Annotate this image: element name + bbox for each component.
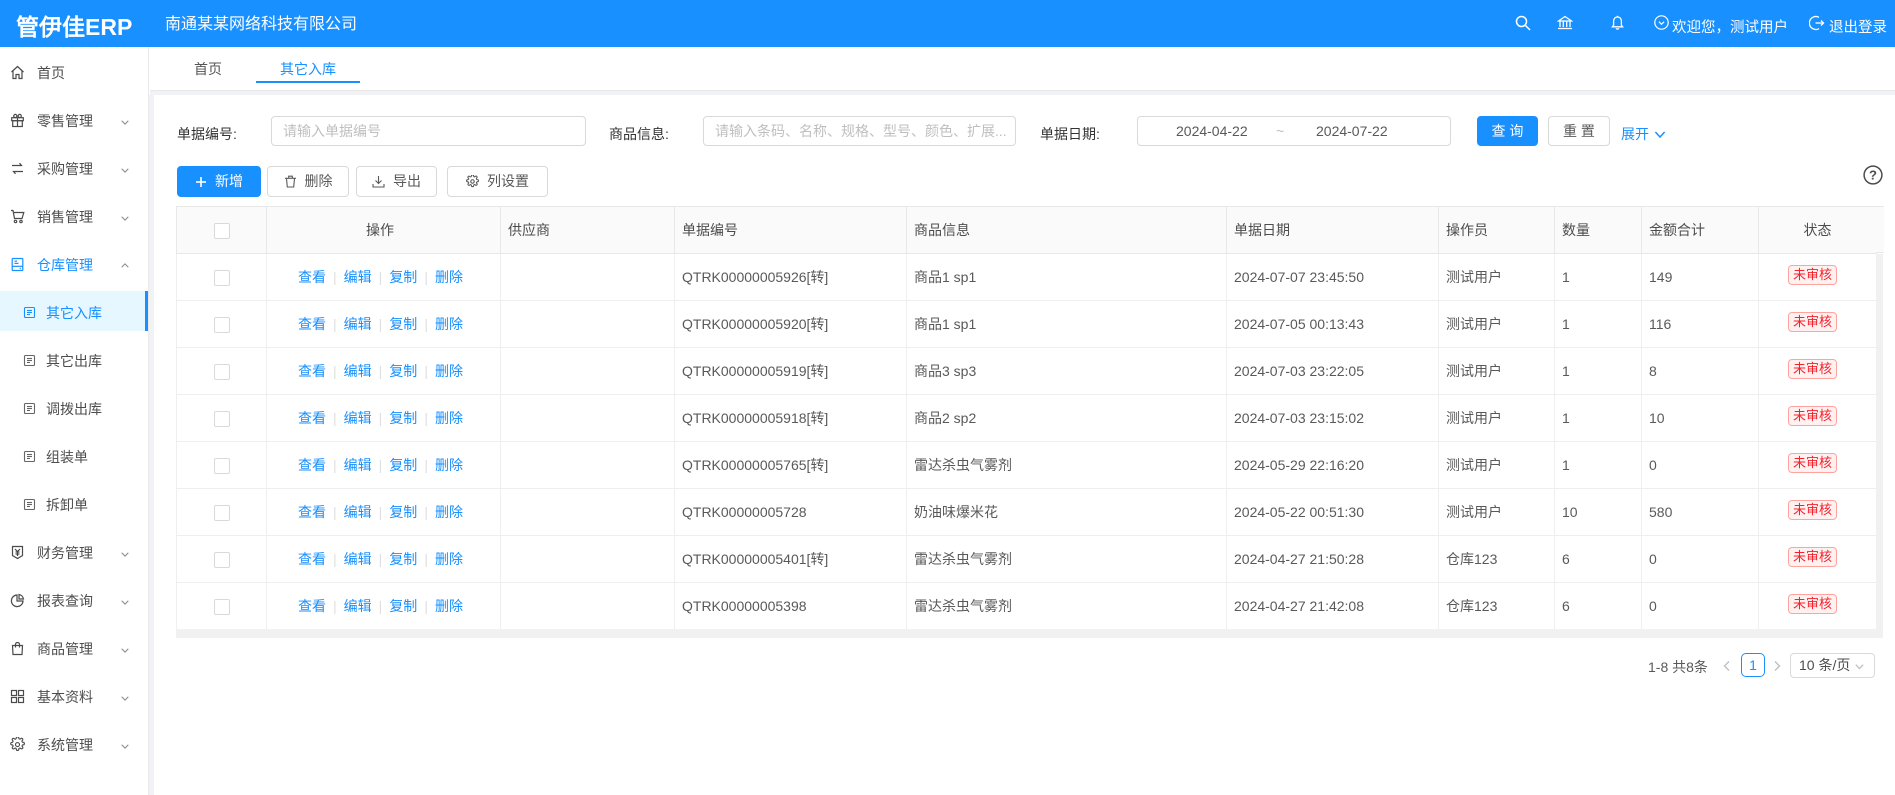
svg-text:?: ?: [1869, 168, 1877, 183]
